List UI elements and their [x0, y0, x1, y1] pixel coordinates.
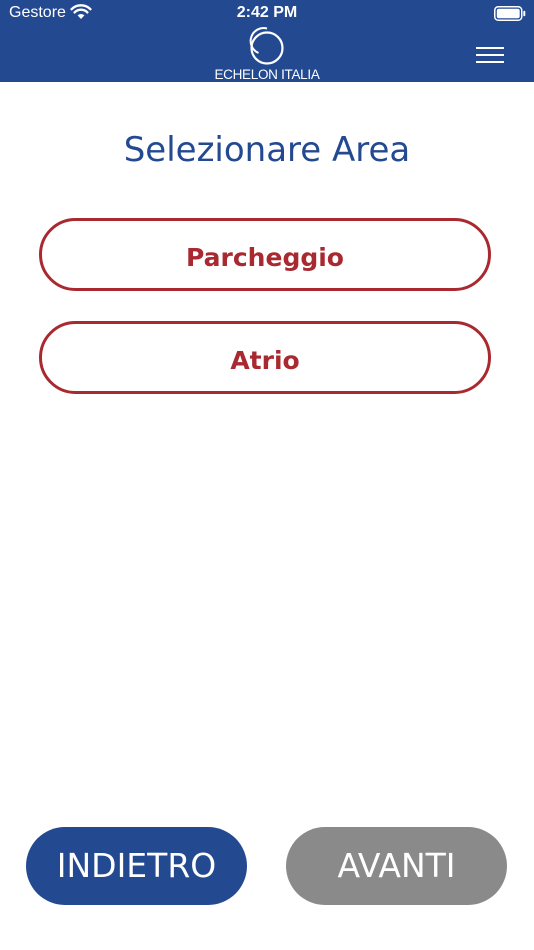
- status-bar: Gestore 2:42 PM: [0, 0, 534, 28]
- area-button-parcheggio[interactable]: Parcheggio: [39, 218, 491, 291]
- area-button-atrio[interactable]: Atrio: [39, 321, 491, 394]
- status-time: 2:42 PM: [236, 4, 298, 21]
- next-button[interactable]: AVANTI: [286, 827, 507, 905]
- echelon-logo: ECHELON ITALIA: [209, 26, 325, 82]
- logo-icon: [249, 27, 284, 65]
- battery-icon: [494, 6, 526, 21]
- app-header: Gestore 2:42 PM ECHELON ITALIA: [0, 0, 534, 82]
- back-button[interactable]: INDIETRO: [26, 827, 247, 905]
- logo-text: ECHELON ITALIA: [214, 67, 320, 82]
- page-title: Selezionare Area: [123, 130, 411, 170]
- menu-icon[interactable]: [474, 44, 506, 66]
